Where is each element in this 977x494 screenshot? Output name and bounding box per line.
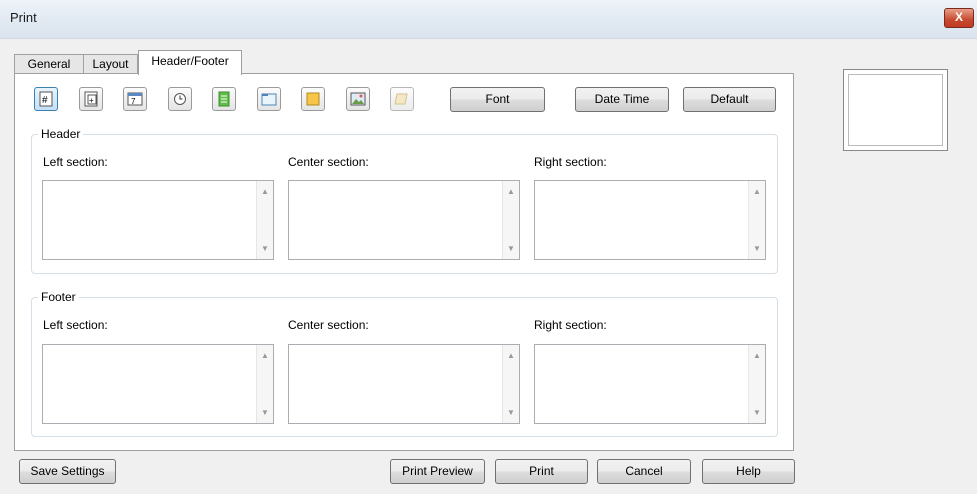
- date-icon: 7: [127, 92, 143, 106]
- default-button[interactable]: Default: [683, 87, 776, 112]
- header-center-section-input[interactable]: ▲ ▼: [288, 180, 520, 260]
- footer-center-section-input[interactable]: ▲ ▼: [288, 344, 520, 424]
- scroll-up-icon[interactable]: ▲: [753, 351, 761, 360]
- picture-icon: [350, 92, 366, 106]
- scroll-down-icon[interactable]: ▼: [507, 244, 515, 253]
- font-button[interactable]: Font: [450, 87, 545, 112]
- header-right-section-input[interactable]: ▲ ▼: [534, 180, 766, 260]
- svg-text:#: #: [42, 95, 48, 106]
- print-preview-button[interactable]: Print Preview: [390, 459, 485, 484]
- header-left-section-input[interactable]: ▲ ▼: [42, 180, 274, 260]
- footer-right-scrollbar[interactable]: ▲ ▼: [748, 345, 765, 423]
- page-preview: [843, 69, 948, 151]
- total-pages-icon: +: [84, 91, 98, 107]
- scroll-up-icon[interactable]: ▲: [261, 351, 269, 360]
- sheet-name-icon: [306, 92, 320, 106]
- header-right-label: Right section:: [534, 155, 607, 169]
- format-picture-icon: [394, 93, 408, 105]
- tab-layout[interactable]: Layout: [83, 54, 138, 74]
- footer-group-title: Footer: [38, 290, 79, 304]
- insert-file-name-button[interactable]: [257, 87, 281, 111]
- scroll-down-icon[interactable]: ▼: [753, 408, 761, 417]
- cancel-button[interactable]: Cancel: [597, 459, 691, 484]
- insert-page-number-button[interactable]: #: [34, 87, 58, 111]
- scroll-up-icon[interactable]: ▲: [507, 187, 515, 196]
- window-title: Print: [10, 10, 37, 25]
- scroll-down-icon[interactable]: ▼: [753, 244, 761, 253]
- scroll-down-icon[interactable]: ▼: [261, 408, 269, 417]
- footer-left-section-input[interactable]: ▲ ▼: [42, 344, 274, 424]
- print-dialog: Print X General Layout Header/Footer # +…: [0, 0, 977, 494]
- scroll-up-icon[interactable]: ▲: [507, 351, 515, 360]
- header-right-scrollbar[interactable]: ▲ ▼: [748, 181, 765, 259]
- scroll-down-icon[interactable]: ▼: [507, 408, 515, 417]
- footer-center-scrollbar[interactable]: ▲ ▼: [502, 345, 519, 423]
- header-center-scrollbar[interactable]: ▲ ▼: [502, 181, 519, 259]
- header-left-label: Left section:: [43, 155, 108, 169]
- date-time-button[interactable]: Date Time: [575, 87, 669, 112]
- time-icon: [174, 93, 186, 105]
- scroll-up-icon[interactable]: ▲: [753, 187, 761, 196]
- header-left-scrollbar[interactable]: ▲ ▼: [256, 181, 273, 259]
- footer-right-label: Right section:: [534, 318, 607, 332]
- file-path-icon: [218, 91, 230, 107]
- header-center-label: Center section:: [288, 155, 369, 169]
- help-button[interactable]: Help: [702, 459, 795, 484]
- close-button[interactable]: X: [944, 8, 974, 28]
- save-settings-button[interactable]: Save Settings: [19, 459, 116, 484]
- title-bar: Print X: [0, 0, 977, 39]
- svg-text:7: 7: [131, 97, 136, 106]
- scroll-up-icon[interactable]: ▲: [261, 187, 269, 196]
- tab-header-footer[interactable]: Header/Footer: [138, 50, 242, 75]
- insert-picture-button[interactable]: [346, 87, 370, 111]
- insert-file-path-button[interactable]: [212, 87, 236, 111]
- page-preview-margins: [848, 74, 943, 146]
- footer-left-label: Left section:: [43, 318, 108, 332]
- format-picture-button[interactable]: [390, 87, 414, 111]
- tab-general[interactable]: General: [14, 54, 84, 74]
- svg-text:+: +: [89, 96, 94, 105]
- insert-date-button[interactable]: 7: [123, 87, 147, 111]
- footer-center-label: Center section:: [288, 318, 369, 332]
- footer-left-scrollbar[interactable]: ▲ ▼: [256, 345, 273, 423]
- folder-icon: [261, 93, 277, 106]
- insert-time-button[interactable]: [168, 87, 192, 111]
- insert-total-pages-button[interactable]: +: [79, 87, 103, 111]
- close-icon: X: [954, 10, 963, 24]
- page-number-icon: #: [39, 91, 53, 107]
- header-group-title: Header: [38, 127, 84, 141]
- insert-sheet-name-button[interactable]: [301, 87, 325, 111]
- footer-right-section-input[interactable]: ▲ ▼: [534, 344, 766, 424]
- print-button[interactable]: Print: [495, 459, 588, 484]
- scroll-down-icon[interactable]: ▼: [261, 244, 269, 253]
